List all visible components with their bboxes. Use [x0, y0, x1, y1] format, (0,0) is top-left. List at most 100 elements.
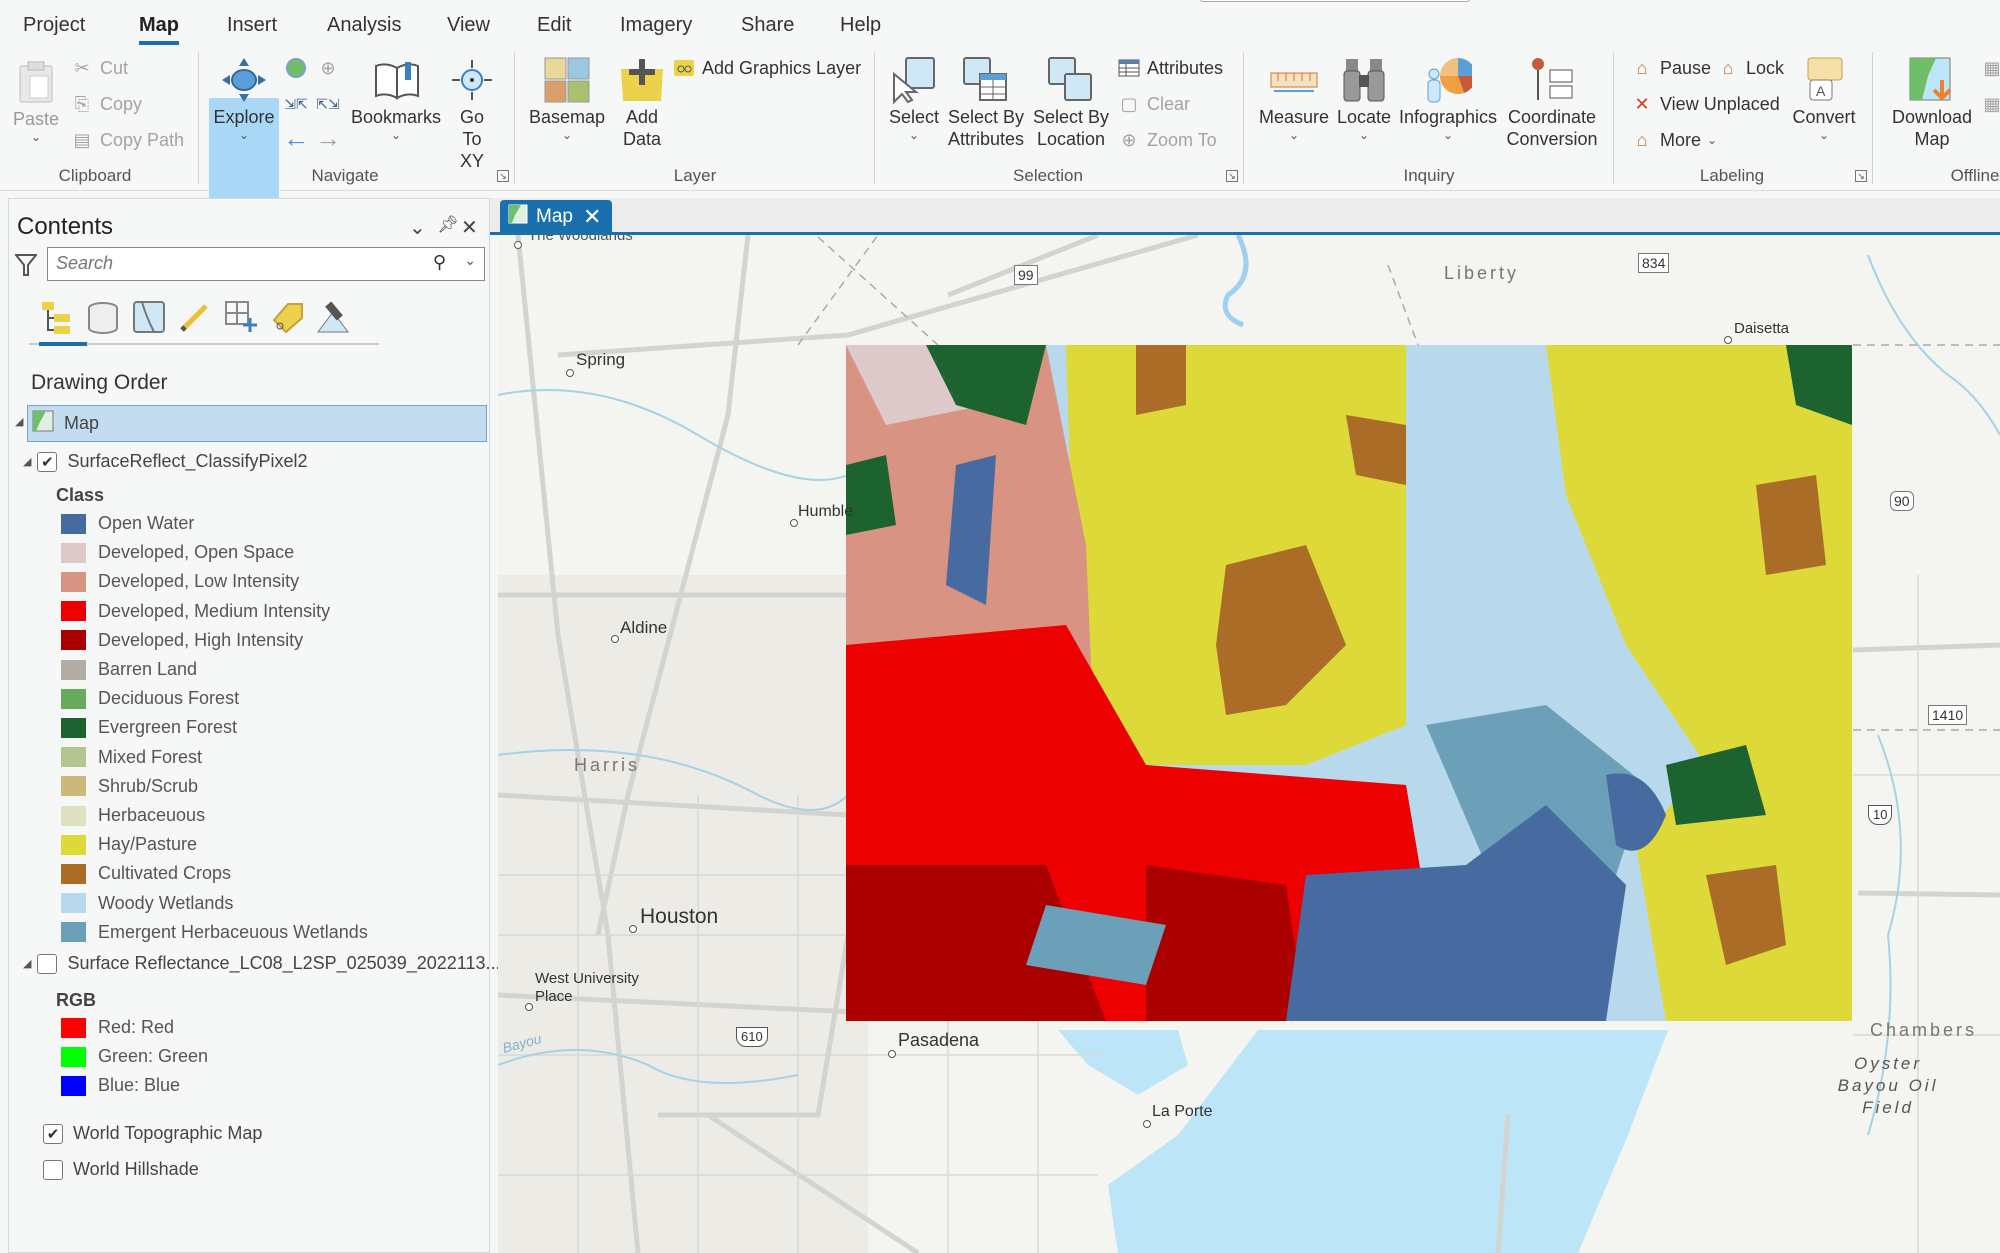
tab-imagery[interactable]: Imagery — [620, 14, 692, 37]
contents-search[interactable]: ⚲ ⌄ — [47, 247, 485, 281]
legend-item[interactable]: Evergreen Forest — [61, 717, 237, 738]
expand-triangle-icon[interactable]: ◢ — [23, 455, 31, 468]
legend-item[interactable]: Shrub/Scrub — [61, 776, 198, 797]
list-by-perspective-imagery-tab[interactable] — [313, 299, 353, 339]
legend-item[interactable]: Barren Land — [61, 659, 197, 680]
legend-swatch[interactable] — [61, 747, 86, 768]
sync-button[interactable]: ▦ — [1980, 56, 2000, 80]
legend-item[interactable]: Developed, Medium Intensity — [61, 601, 330, 622]
layer-visibility-checkbox[interactable] — [37, 953, 58, 974]
measure-button[interactable]: Measure ⌄ — [1258, 56, 1330, 142]
map-view[interactable]: The Woodlands Spring Humble Aldine Houst… — [498, 235, 2000, 1253]
list-by-source-tab[interactable] — [83, 299, 123, 339]
layer-visibility-checkbox[interactable] — [43, 1159, 63, 1180]
close-tab-icon[interactable]: ✕ — [583, 204, 601, 230]
tab-edit[interactable]: Edit — [537, 14, 571, 37]
legend-item[interactable]: Deciduous Forest — [61, 688, 239, 709]
tab-project[interactable]: Project — [23, 14, 85, 37]
legend-swatch[interactable] — [61, 659, 86, 680]
select-button[interactable]: Select ⌄ — [886, 56, 942, 142]
tab-share[interactable]: Share — [741, 14, 794, 37]
labeling-launcher-icon[interactable]: ↘ — [1855, 170, 1867, 182]
attributes-button[interactable]: Attributes — [1117, 56, 1223, 80]
list-by-drawing-order-tab[interactable] — [37, 299, 77, 339]
add-data-button[interactable]: Add Data — [614, 56, 670, 150]
zoom-to-selection-button[interactable]: ⊕ — [316, 56, 346, 80]
cut-button[interactable]: ✂ Cut — [70, 56, 128, 80]
legend-swatch[interactable] — [61, 893, 86, 914]
download-map-button[interactable]: Download Map — [1886, 56, 1978, 150]
coordinate-conversion-button[interactable]: Coordinate Conversion — [1504, 56, 1600, 150]
legend-item[interactable]: Cultivated Crops — [61, 863, 231, 884]
layer-world-hillshade[interactable]: World Hillshade — [43, 1159, 199, 1180]
legend-swatch[interactable] — [61, 922, 86, 943]
tab-map[interactable]: Map — [139, 14, 179, 45]
paste-button[interactable]: Paste ⌄ — [12, 58, 60, 144]
legend-item[interactable]: Open Water — [61, 513, 194, 534]
filter-icon[interactable] — [13, 253, 39, 282]
legend-item[interactable]: Blue: Blue — [61, 1075, 180, 1096]
layer-surface-reflectance[interactable]: ◢ Surface Reflectance_LC08_L2SP_025039_2… — [23, 953, 500, 974]
legend-item[interactable]: Mixed Forest — [61, 747, 202, 768]
select-by-location-button[interactable]: Select By Location — [1031, 56, 1111, 150]
tab-help[interactable]: Help — [840, 14, 881, 37]
legend-swatch[interactable] — [61, 863, 86, 884]
list-by-labeling-tab[interactable] — [267, 299, 307, 339]
previous-extent-button[interactable]: ← — [283, 123, 314, 153]
tab-insert[interactable]: Insert — [227, 14, 277, 37]
navigate-launcher-icon[interactable]: ↘ — [497, 170, 509, 182]
legend-item[interactable]: Woody Wetlands — [61, 893, 233, 914]
layer-world-topographic[interactable]: ✔ World Topographic Map — [43, 1123, 262, 1144]
layer-classified-raster[interactable]: ◢ ✔ SurfaceReflect_ClassifyPixel2 — [23, 451, 308, 472]
command-search-box[interactable] — [1200, 0, 1470, 2]
layer-visibility-checkbox[interactable]: ✔ — [37, 451, 58, 472]
legend-item[interactable]: Hay/Pasture — [61, 834, 197, 855]
pin-icon[interactable]: 📌︎ — [437, 215, 459, 235]
locate-button[interactable]: Locate ⌄ — [1336, 56, 1392, 142]
list-by-editing-tab[interactable] — [175, 299, 215, 339]
lock-labeling-button[interactable]: ⌂ Lock — [1716, 56, 1784, 80]
convert-button[interactable]: A Convert ⌄ — [1788, 56, 1860, 142]
copy-path-button[interactable]: ▤ Copy Path — [70, 128, 184, 152]
go-to-xy-button[interactable]: Go To XY — [448, 56, 496, 172]
copy-button[interactable]: ⎘ Copy — [70, 92, 142, 116]
layer-visibility-checkbox[interactable]: ✔ — [43, 1123, 63, 1144]
view-unplaced-button[interactable]: ✕ View Unplaced — [1630, 92, 1779, 116]
next-extent-button[interactable]: → — [315, 123, 346, 153]
legend-swatch[interactable] — [61, 1046, 86, 1067]
bookmarks-button[interactable]: Bookmarks ⌄ — [350, 56, 442, 142]
legend-swatch[interactable] — [61, 1017, 86, 1038]
infographics-button[interactable]: Infographics ⌄ — [1398, 56, 1498, 142]
legend-swatch[interactable] — [61, 601, 86, 622]
legend-swatch[interactable] — [61, 542, 86, 563]
tab-analysis[interactable]: Analysis — [327, 14, 401, 37]
zoom-to-button[interactable]: ⊕ Zoom To — [1117, 128, 1216, 152]
expand-triangle-icon[interactable]: ◢ — [23, 957, 31, 970]
legend-swatch[interactable] — [61, 717, 86, 738]
remove-offline-button[interactable]: ▦ — [1980, 92, 2000, 116]
fixed-zoom-in-button[interactable]: ⇲⇱ — [284, 92, 314, 116]
legend-swatch[interactable] — [61, 805, 86, 826]
select-by-attributes-button[interactable]: Select By Attributes — [944, 56, 1028, 150]
search-icon[interactable]: ⚲ — [433, 252, 446, 273]
tab-view[interactable]: View — [447, 14, 490, 37]
clear-selection-button[interactable]: ▢ Clear — [1117, 92, 1190, 116]
legend-item[interactable]: Developed, Low Intensity — [61, 571, 299, 592]
basemap-button[interactable]: Basemap ⌄ — [527, 56, 607, 142]
close-icon[interactable]: ✕ — [461, 215, 478, 240]
pane-options-chevron-icon[interactable]: ⌄ — [409, 215, 426, 240]
legend-item[interactable]: Developed, Open Space — [61, 542, 294, 563]
pause-labeling-button[interactable]: ⌂ Pause — [1630, 56, 1711, 80]
full-extent-button[interactable] — [284, 56, 314, 80]
add-graphics-layer-button[interactable]: Add Graphics Layer — [672, 56, 861, 80]
more-labeling-button[interactable]: ⌂ More ⌄ — [1630, 128, 1718, 152]
legend-swatch[interactable] — [61, 834, 86, 855]
legend-item[interactable]: Emergent Herbaceuous Wetlands — [61, 922, 368, 943]
map-node[interactable]: Map — [27, 405, 487, 442]
selection-launcher-icon[interactable]: ↘ — [1226, 170, 1238, 182]
legend-swatch[interactable] — [61, 1075, 86, 1096]
legend-swatch[interactable] — [61, 688, 86, 709]
legend-swatch[interactable] — [61, 630, 86, 651]
legend-item[interactable]: Developed, High Intensity — [61, 630, 303, 651]
search-options-chevron-icon[interactable]: ⌄ — [464, 252, 476, 269]
